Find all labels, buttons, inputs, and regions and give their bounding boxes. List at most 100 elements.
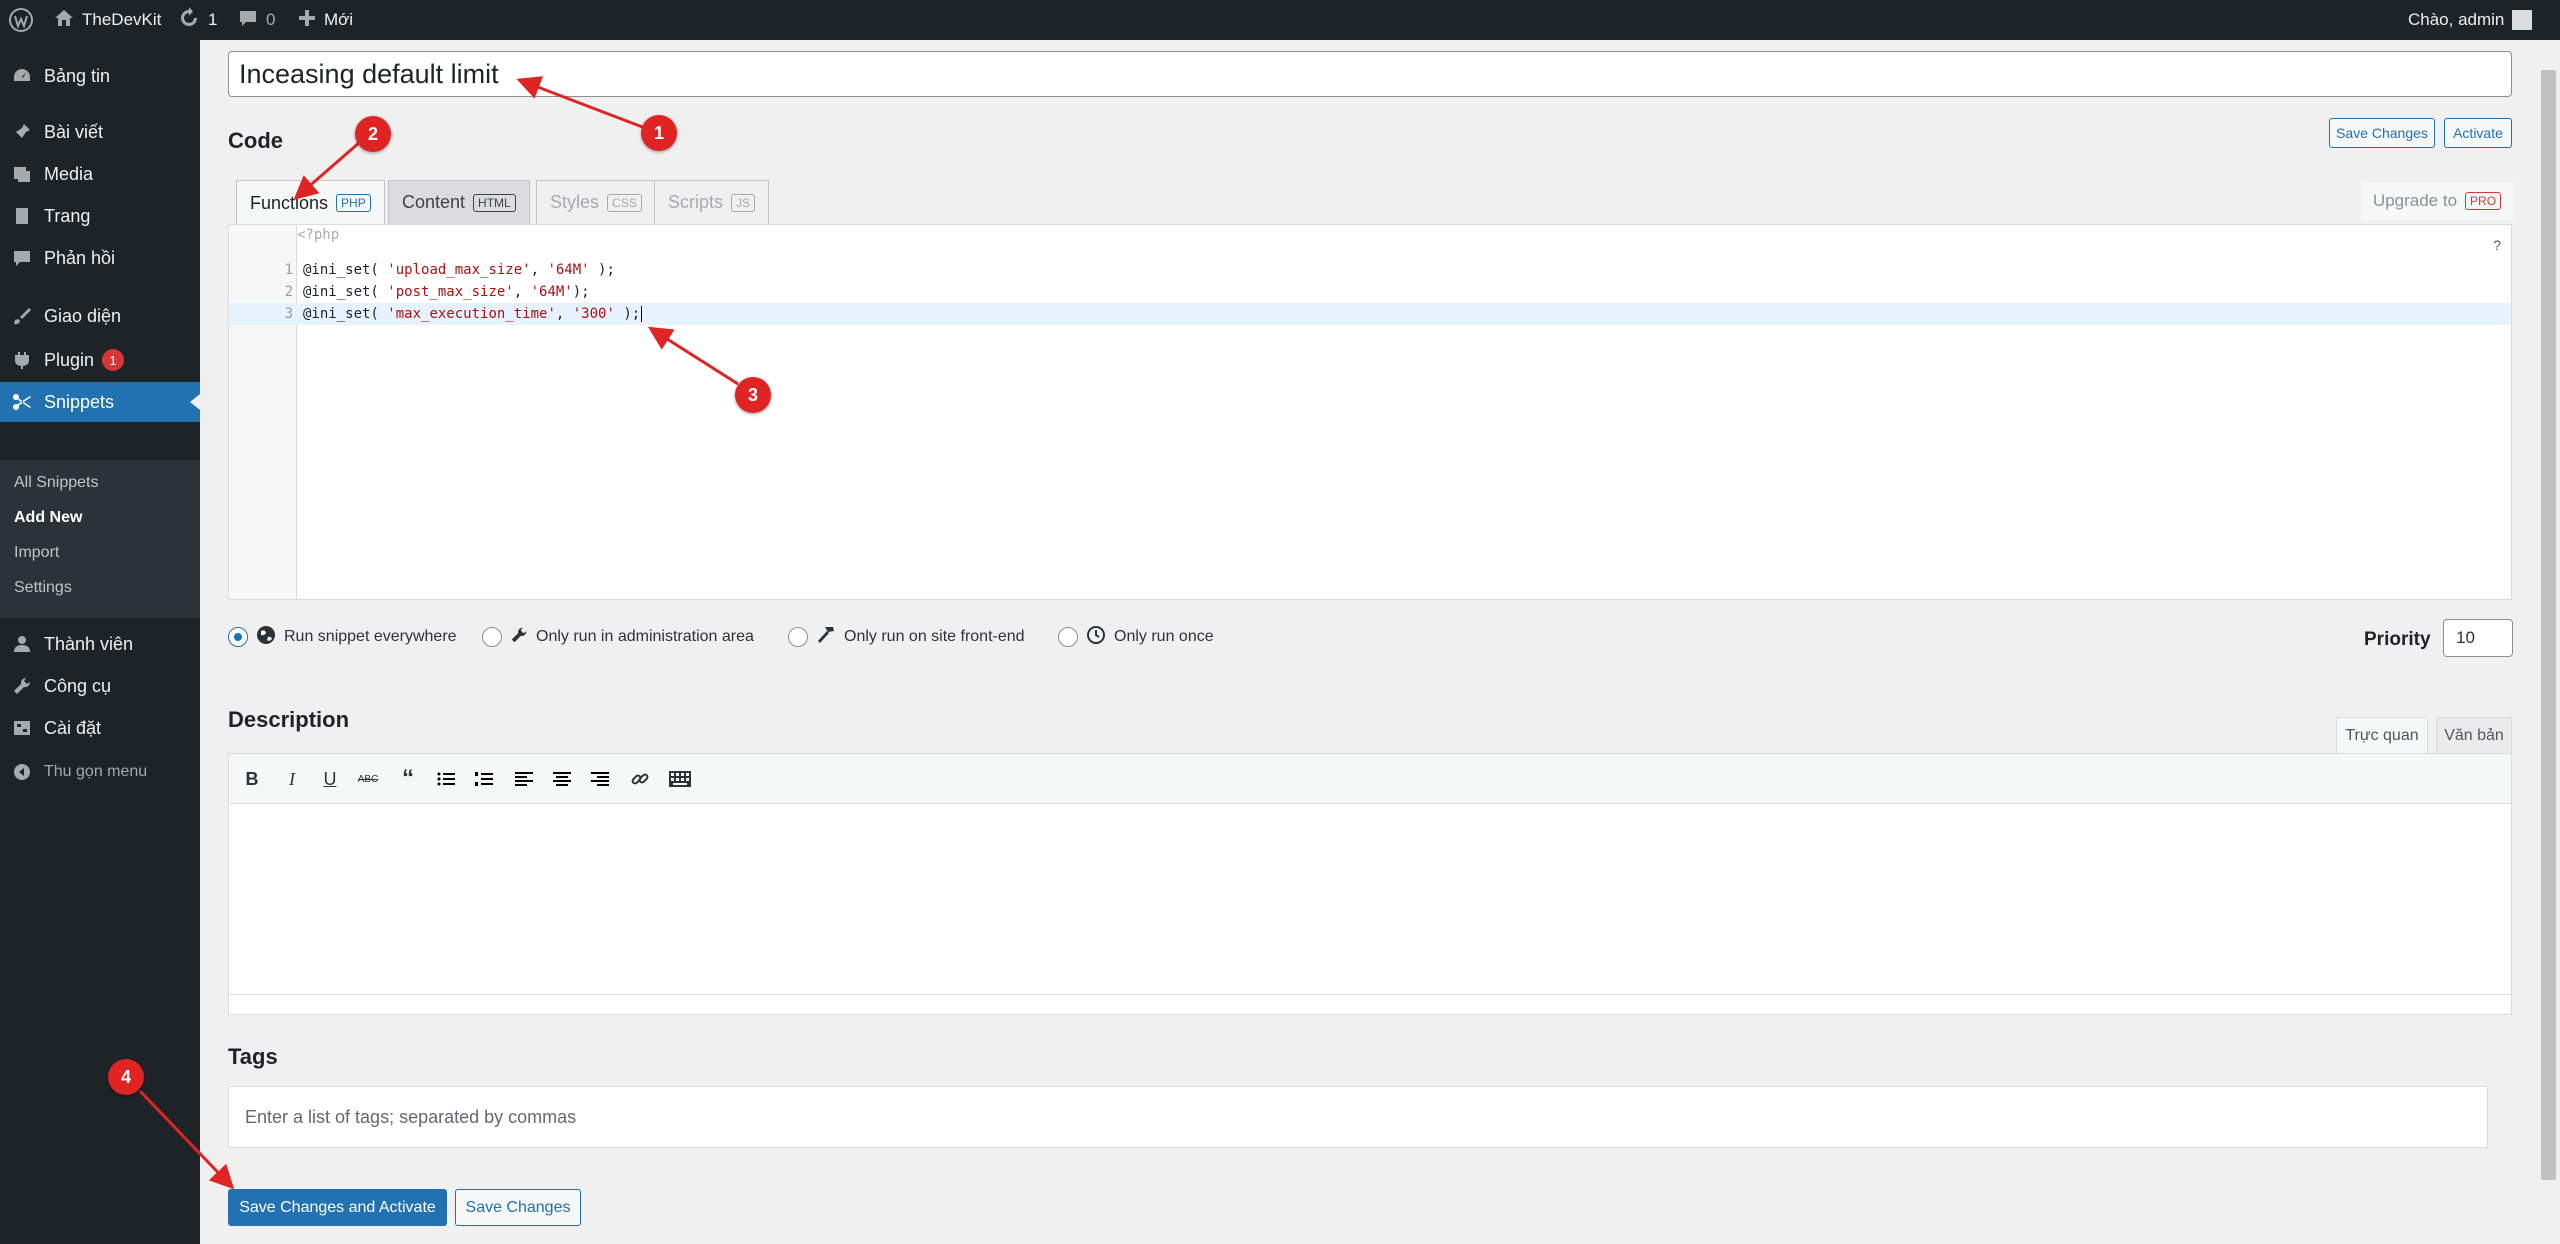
snippets-submenu: All Snippets Add New Import Settings [0, 460, 200, 618]
upgrade-to-pro-button[interactable]: Upgrade to PRO [2361, 182, 2513, 220]
menu-snippets[interactable]: Snippets [0, 382, 200, 422]
help-icon[interactable]: ? [2493, 237, 2501, 253]
tab-content[interactable]: Content HTML [388, 180, 530, 224]
css-tag: CSS [607, 193, 642, 212]
wrench-icon [510, 626, 528, 649]
menu-posts[interactable]: Bài viết [0, 112, 200, 152]
user-icon [0, 634, 44, 654]
snippet-title-input[interactable]: Inceasing default limit [228, 51, 2512, 97]
align-center-icon[interactable] [549, 766, 575, 792]
wrench-icon [0, 676, 44, 696]
save-and-activate-button[interactable]: Save Changes and Activate [228, 1189, 447, 1226]
blockquote-icon[interactable]: “ [395, 765, 421, 792]
menu-media[interactable]: Media [0, 154, 200, 194]
toolbar-toggle-icon[interactable] [667, 766, 693, 792]
submenu-settings[interactable]: Settings [14, 579, 72, 597]
tab-functions[interactable]: Functions PHP [236, 180, 385, 225]
align-right-icon[interactable] [587, 766, 613, 792]
new-label: Mới [324, 10, 354, 29]
numbered-list-icon[interactable] [471, 766, 497, 792]
scope-once-option[interactable]: Only run once [1058, 624, 1214, 650]
bullet-list-icon[interactable] [433, 766, 459, 792]
menu-settings[interactable]: Cài đặt [0, 708, 200, 748]
strikethrough-icon[interactable]: ABC [355, 766, 381, 792]
resize-handle[interactable] [229, 994, 2511, 1014]
priority-label: Priority [2364, 629, 2431, 650]
tab-visual[interactable]: Trực quan [2336, 717, 2428, 753]
updates-link[interactable]: 1 [178, 0, 217, 40]
annotation-marker-1: 1 [641, 115, 677, 151]
collapse-icon [0, 762, 44, 782]
media-icon [0, 164, 44, 184]
scope-global-option[interactable]: Run snippet everywhere [228, 624, 457, 650]
italic-icon[interactable]: I [279, 766, 305, 792]
activate-button[interactable]: Activate [2444, 118, 2512, 148]
scope-frontend-option[interactable]: Only run on site front-end [788, 624, 1025, 650]
plugin-icon [0, 350, 44, 370]
php-open-tag: <?php [297, 227, 340, 243]
avatar [2512, 10, 2533, 30]
code-editor[interactable]: <?php ? 1 @ini_set( 'upload_max_size', '… [228, 224, 2512, 600]
priority-input[interactable]: 10 [2443, 619, 2513, 657]
php-tag: PHP [336, 194, 371, 212]
plus-icon [298, 9, 316, 32]
submenu-all-snippets[interactable]: All Snippets [14, 474, 99, 492]
code-line-active: 3 @ini_set( 'max_execution_time', '300' … [229, 303, 2511, 325]
settings-icon [0, 718, 44, 738]
submenu-import[interactable]: Import [14, 544, 59, 562]
comments-link[interactable]: 0 [238, 0, 275, 40]
tab-styles[interactable]: Styles CSS [536, 180, 656, 224]
scope-frontend-radio[interactable] [788, 627, 808, 647]
tags-heading: Tags [228, 1044, 278, 1069]
updates-count: 1 [208, 10, 218, 29]
menu-users[interactable]: Thành viên [0, 624, 200, 664]
annotation-marker-3: 3 [735, 377, 771, 413]
menu-dashboard[interactable]: Bảng tin [0, 56, 200, 96]
scope-admin-option[interactable]: Only run in administration area [482, 624, 754, 650]
description-editor[interactable]: B I U ABC “ [228, 753, 2512, 1015]
save-changes-button[interactable]: Save Changes [455, 1189, 581, 1226]
scrollbar-thumb[interactable] [2541, 70, 2556, 1180]
bold-icon[interactable]: B [239, 766, 265, 792]
tags-input[interactable]: Enter a list of tags; separated by comma… [228, 1086, 2488, 1148]
wordpress-logo-icon[interactable] [8, 0, 34, 40]
save-changes-top-button[interactable]: Save Changes [2329, 118, 2435, 148]
js-tag: JS [731, 193, 756, 212]
annotation-marker-4: 4 [108, 1059, 144, 1095]
scissors-icon [0, 391, 44, 413]
globe-icon [256, 625, 276, 650]
comment-icon [0, 248, 44, 268]
pin-icon [0, 122, 44, 142]
account-menu[interactable]: Chào, admin [2408, 0, 2533, 40]
html-tag: HTML [473, 193, 516, 212]
description-heading: Description [228, 707, 350, 732]
site-name-link[interactable]: TheDevKit [54, 0, 161, 40]
submenu-add-new[interactable]: Add New [14, 509, 82, 527]
annotation-marker-2: 2 [355, 116, 391, 152]
link-icon[interactable] [627, 766, 653, 792]
menu-comments[interactable]: Phản hồi [0, 238, 200, 278]
code-heading: Code [228, 128, 283, 153]
menu-pages[interactable]: Trang [0, 196, 200, 236]
plugin-update-badge: 1 [102, 349, 125, 371]
page-icon [0, 206, 44, 226]
menu-appearance[interactable]: Giao diện [0, 296, 200, 336]
scope-once-radio[interactable] [1058, 627, 1078, 647]
tab-text[interactable]: Văn bản [2436, 717, 2512, 753]
tab-scripts[interactable]: Scripts JS [654, 180, 770, 224]
admin-sidebar: Bảng tin Bài viết Media Trang Phản hồi G… [0, 40, 200, 1244]
page-scrollbar[interactable] [2537, 40, 2560, 1244]
scope-admin-radio[interactable] [482, 627, 502, 647]
underline-icon[interactable]: U [317, 766, 343, 792]
new-content-link[interactable]: Mới [298, 0, 353, 40]
greeting: Chào, admin [2408, 10, 2505, 29]
menu-collapse[interactable]: Thu gọn menu [0, 752, 200, 792]
menu-plugins[interactable]: Plugin 1 [0, 340, 200, 380]
admin-bar: TheDevKit 1 0 Mới Chào, admin [0, 0, 2560, 40]
home-icon [54, 8, 74, 33]
editor-toolbar: B I U ABC “ [229, 754, 2511, 804]
align-left-icon[interactable] [511, 766, 537, 792]
menu-tools[interactable]: Công cụ [0, 666, 200, 706]
scope-global-radio[interactable] [228, 627, 248, 647]
pro-tag: PRO [2465, 192, 2502, 210]
